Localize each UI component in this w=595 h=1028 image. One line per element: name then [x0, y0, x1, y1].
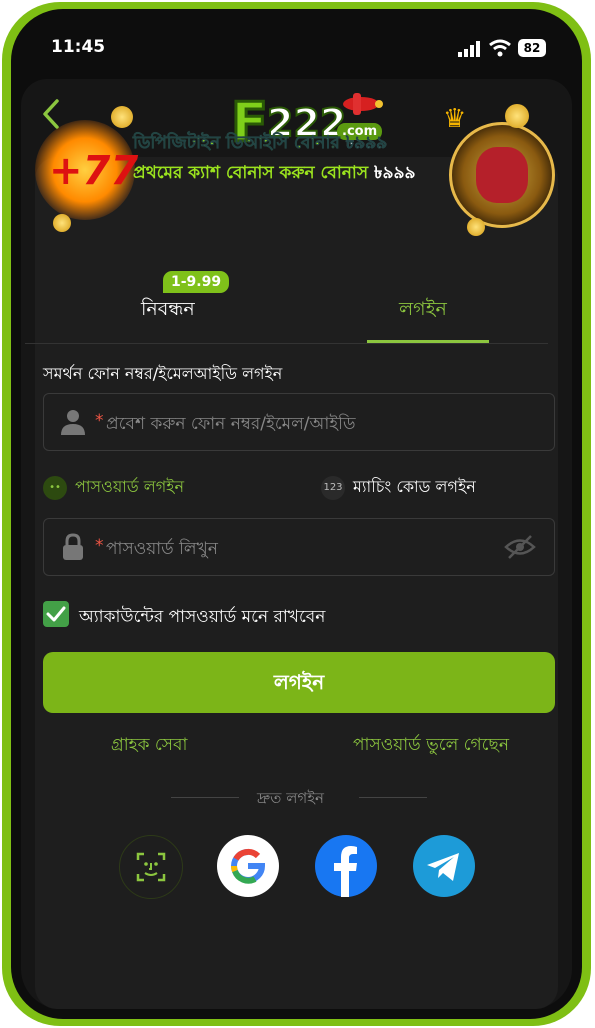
banner-line-2: প্রথমের ক্যাশ বোনাস করুন বোনাস ৳৯৯৯ [133, 160, 416, 188]
banner-line-1: ডিপিজিটাইন ডিআইসি বোনার ৳৯৯৯ [133, 130, 388, 158]
code-123-icon: 123 [321, 475, 345, 500]
lock-icon [63, 533, 83, 560]
banner-line-1-amount: ৳৯৯৯ [345, 133, 388, 154]
status-bar: 11:45 82 [11, 9, 582, 79]
coin-icon [505, 104, 529, 128]
eye-hidden-icon[interactable] [504, 534, 536, 560]
medal-face-icon [476, 147, 528, 203]
divider-line [171, 797, 239, 798]
code-login-label: ম্যাচিং কোড লগইন [353, 477, 476, 496]
phone-frame: 11:45 82 F 222 .com +77 ডিপিজিটাইন ডিআইস… [2, 2, 591, 1026]
status-time: 11:45 [51, 37, 106, 57]
password-input[interactable] [94, 519, 498, 577]
battery-indicator: 82 [518, 39, 546, 57]
google-icon [231, 848, 266, 884]
wifi-icon [489, 39, 511, 57]
coin-icon [53, 214, 71, 232]
coin-icon [467, 218, 485, 236]
login-section-label: সমর্থন ফোন নম্বর/ইমেলআইডি লগইন [43, 364, 283, 383]
quick-login-label: দ্রুত লগইন [257, 789, 324, 807]
phone-screen: 11:45 82 F 222 .com +77 ডিপিজিটাইন ডিআইস… [11, 9, 582, 1019]
password-login-label: পাসওয়ার্ড লগইন [75, 477, 185, 496]
password-dots-icon: •• [43, 475, 67, 500]
medal-graphic [449, 122, 555, 228]
tab-login[interactable]: লগইন [399, 295, 447, 327]
customer-service-link[interactable]: গ্রাহক সেবা [111, 732, 187, 760]
divider-line [359, 797, 427, 798]
telegram-icon [427, 853, 459, 881]
account-field[interactable]: * প্রবেশ করুন ফোন নম্বর/ইমেল/আইডি [43, 393, 555, 452]
password-field[interactable]: * পাসওয়ার্ড লিখুন [43, 518, 555, 577]
promo-banner[interactable]: +77 ডিপিজিটাইন ডিআইসি বোনার ৳৯৯৯ প্রথমের… [35, 104, 555, 254]
register-badge: 1-9.99 [163, 271, 230, 293]
google-login-button[interactable] [217, 835, 279, 897]
account-input[interactable] [94, 394, 498, 452]
remember-checkbox[interactable] [43, 601, 69, 627]
face-id-icon [136, 852, 166, 882]
banner-line-2-text: প্রথমের ক্যাশ বোনাস করুন বোনাস [133, 163, 374, 183]
coin-icon [111, 106, 133, 128]
remember-password-option[interactable]: অ্যাকাউন্টের পাসওয়ার্ড মনে রাখবেন [43, 601, 493, 629]
login-button[interactable]: লগইন [43, 652, 555, 713]
password-login-option[interactable]: •• পাসওয়ার্ড লগইন [43, 474, 184, 501]
banner-line-1-text: ডিপিজিটাইন ডিআইসি বোনার [133, 133, 346, 154]
tab-register[interactable]: নিবন্ধন [141, 295, 195, 327]
active-tab-indicator [367, 340, 489, 343]
quick-login-divider: দ্রুত লগইন [171, 785, 427, 809]
face-id-login-button[interactable] [119, 835, 183, 899]
facebook-icon [334, 846, 357, 897]
lucky-seven-text: +77 [49, 148, 139, 194]
remember-label: অ্যাকাউন্টের পাসওয়ার্ড মনে রাখবেন [79, 607, 326, 627]
forgot-password-link[interactable]: পাসওয়ার্ড ভুলে গেছেন [353, 732, 509, 760]
banner-line-2-amount: ৳৯৯৯ [374, 163, 416, 183]
telegram-login-button[interactable] [413, 835, 475, 897]
crown-icon: ♛ [443, 104, 467, 134]
code-login-option[interactable]: 123 ম্যাচিং কোড লগইন [321, 474, 476, 501]
cellular-signal-icon [458, 41, 480, 57]
user-icon [61, 410, 85, 435]
checkmark-icon [46, 606, 66, 622]
facebook-login-button[interactable] [315, 835, 377, 897]
lucky-seven-graphic: +77 [35, 120, 139, 220]
auth-tabs: 1-9.99 নিবন্ধন লগইন [25, 269, 548, 344]
